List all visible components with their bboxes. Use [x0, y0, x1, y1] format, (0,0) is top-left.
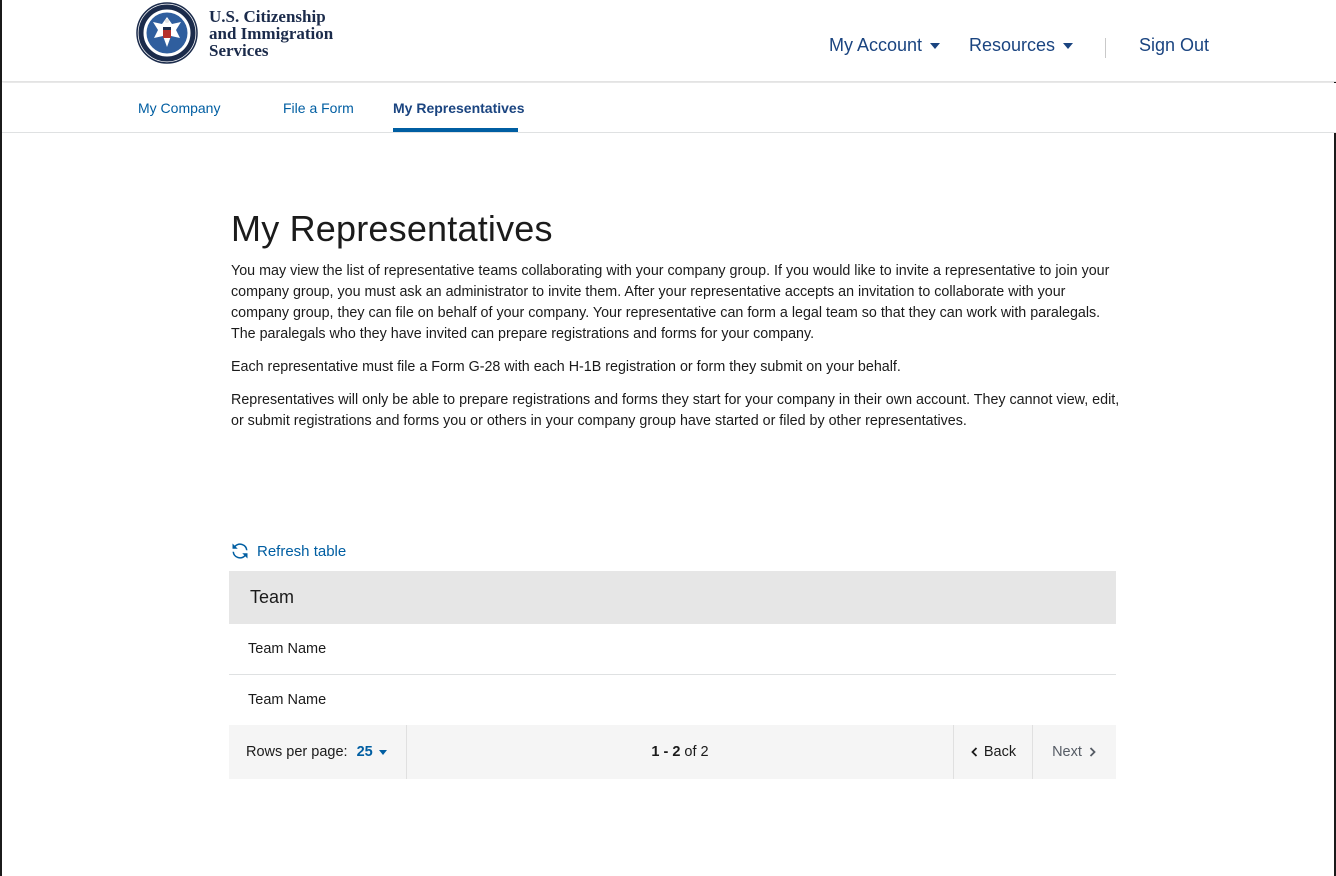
caret-down-icon — [378, 749, 387, 755]
intro-paragraph: You may view the list of representative … — [231, 263, 1110, 342]
agency-name-line1: U.S. Citizenship — [209, 6, 326, 26]
my-account-label: My Account — [829, 35, 923, 55]
back-button[interactable]: Back — [953, 725, 1033, 779]
caret-down-icon — [930, 42, 941, 49]
table-row[interactable]: Team Name — [229, 624, 1116, 675]
resources-label: Resources — [969, 35, 1056, 55]
tab-my-company[interactable]: My Company — [138, 100, 220, 116]
main-content: My Representatives You may view the list… — [231, 205, 1121, 432]
refresh-icon — [232, 543, 248, 559]
g28-paragraph: Each representative must file a Form G-2… — [231, 359, 901, 375]
chevron-right-icon — [1089, 747, 1096, 757]
refresh-table-label: Refresh table — [257, 542, 347, 560]
account-nav: My Account Resources Sign Out — [2, 35, 1336, 59]
permissions-paragraph: Representatives will only be able to pre… — [231, 392, 1120, 429]
tab-file-a-form[interactable]: File a Form — [283, 100, 354, 116]
rows-per-page-value: 25 — [356, 744, 373, 760]
tab-my-representatives[interactable]: My Representatives — [393, 100, 525, 116]
secondary-nav: My Company File a Form My Representative… — [2, 83, 1336, 133]
pagination-total: 2 — [700, 744, 709, 760]
rows-per-page: Rows per page: 25 — [229, 725, 407, 779]
table-pagination: Rows per page: 25 1 - 2 of 2 Back Next — [229, 725, 1116, 779]
back-label: Back — [983, 744, 1017, 760]
nav-divider — [1105, 38, 1106, 58]
pagination-count: 1 - 2 of 2 — [407, 725, 953, 779]
rows-per-page-label: Rows per page: — [246, 744, 348, 760]
next-button[interactable]: Next — [1033, 725, 1116, 779]
resources-menu[interactable]: Resources — [969, 35, 1074, 56]
my-account-menu[interactable]: My Account — [829, 35, 941, 56]
top-header: U.S. Citizenship and Immigration Service… — [2, 0, 1336, 82]
sign-out-link[interactable]: Sign Out — [1139, 35, 1209, 56]
table-row[interactable]: Team Name — [229, 675, 1116, 725]
active-tab-indicator — [393, 128, 518, 132]
refresh-table-button[interactable]: Refresh table — [231, 540, 346, 562]
chevron-left-icon — [971, 747, 978, 757]
rows-per-page-select[interactable]: 25 — [357, 744, 387, 760]
table-header-team[interactable]: Team — [229, 571, 1116, 624]
teams-table: Team Team Name Team Name — [229, 571, 1116, 725]
pagination-of: of — [684, 744, 697, 760]
page-frame: U.S. Citizenship and Immigration Service… — [0, 0, 1336, 876]
caret-down-icon — [1063, 42, 1074, 49]
next-label: Next — [1052, 744, 1082, 760]
pagination-range: 1 - 2 — [651, 744, 681, 760]
page-title: My Representatives — [231, 208, 553, 249]
